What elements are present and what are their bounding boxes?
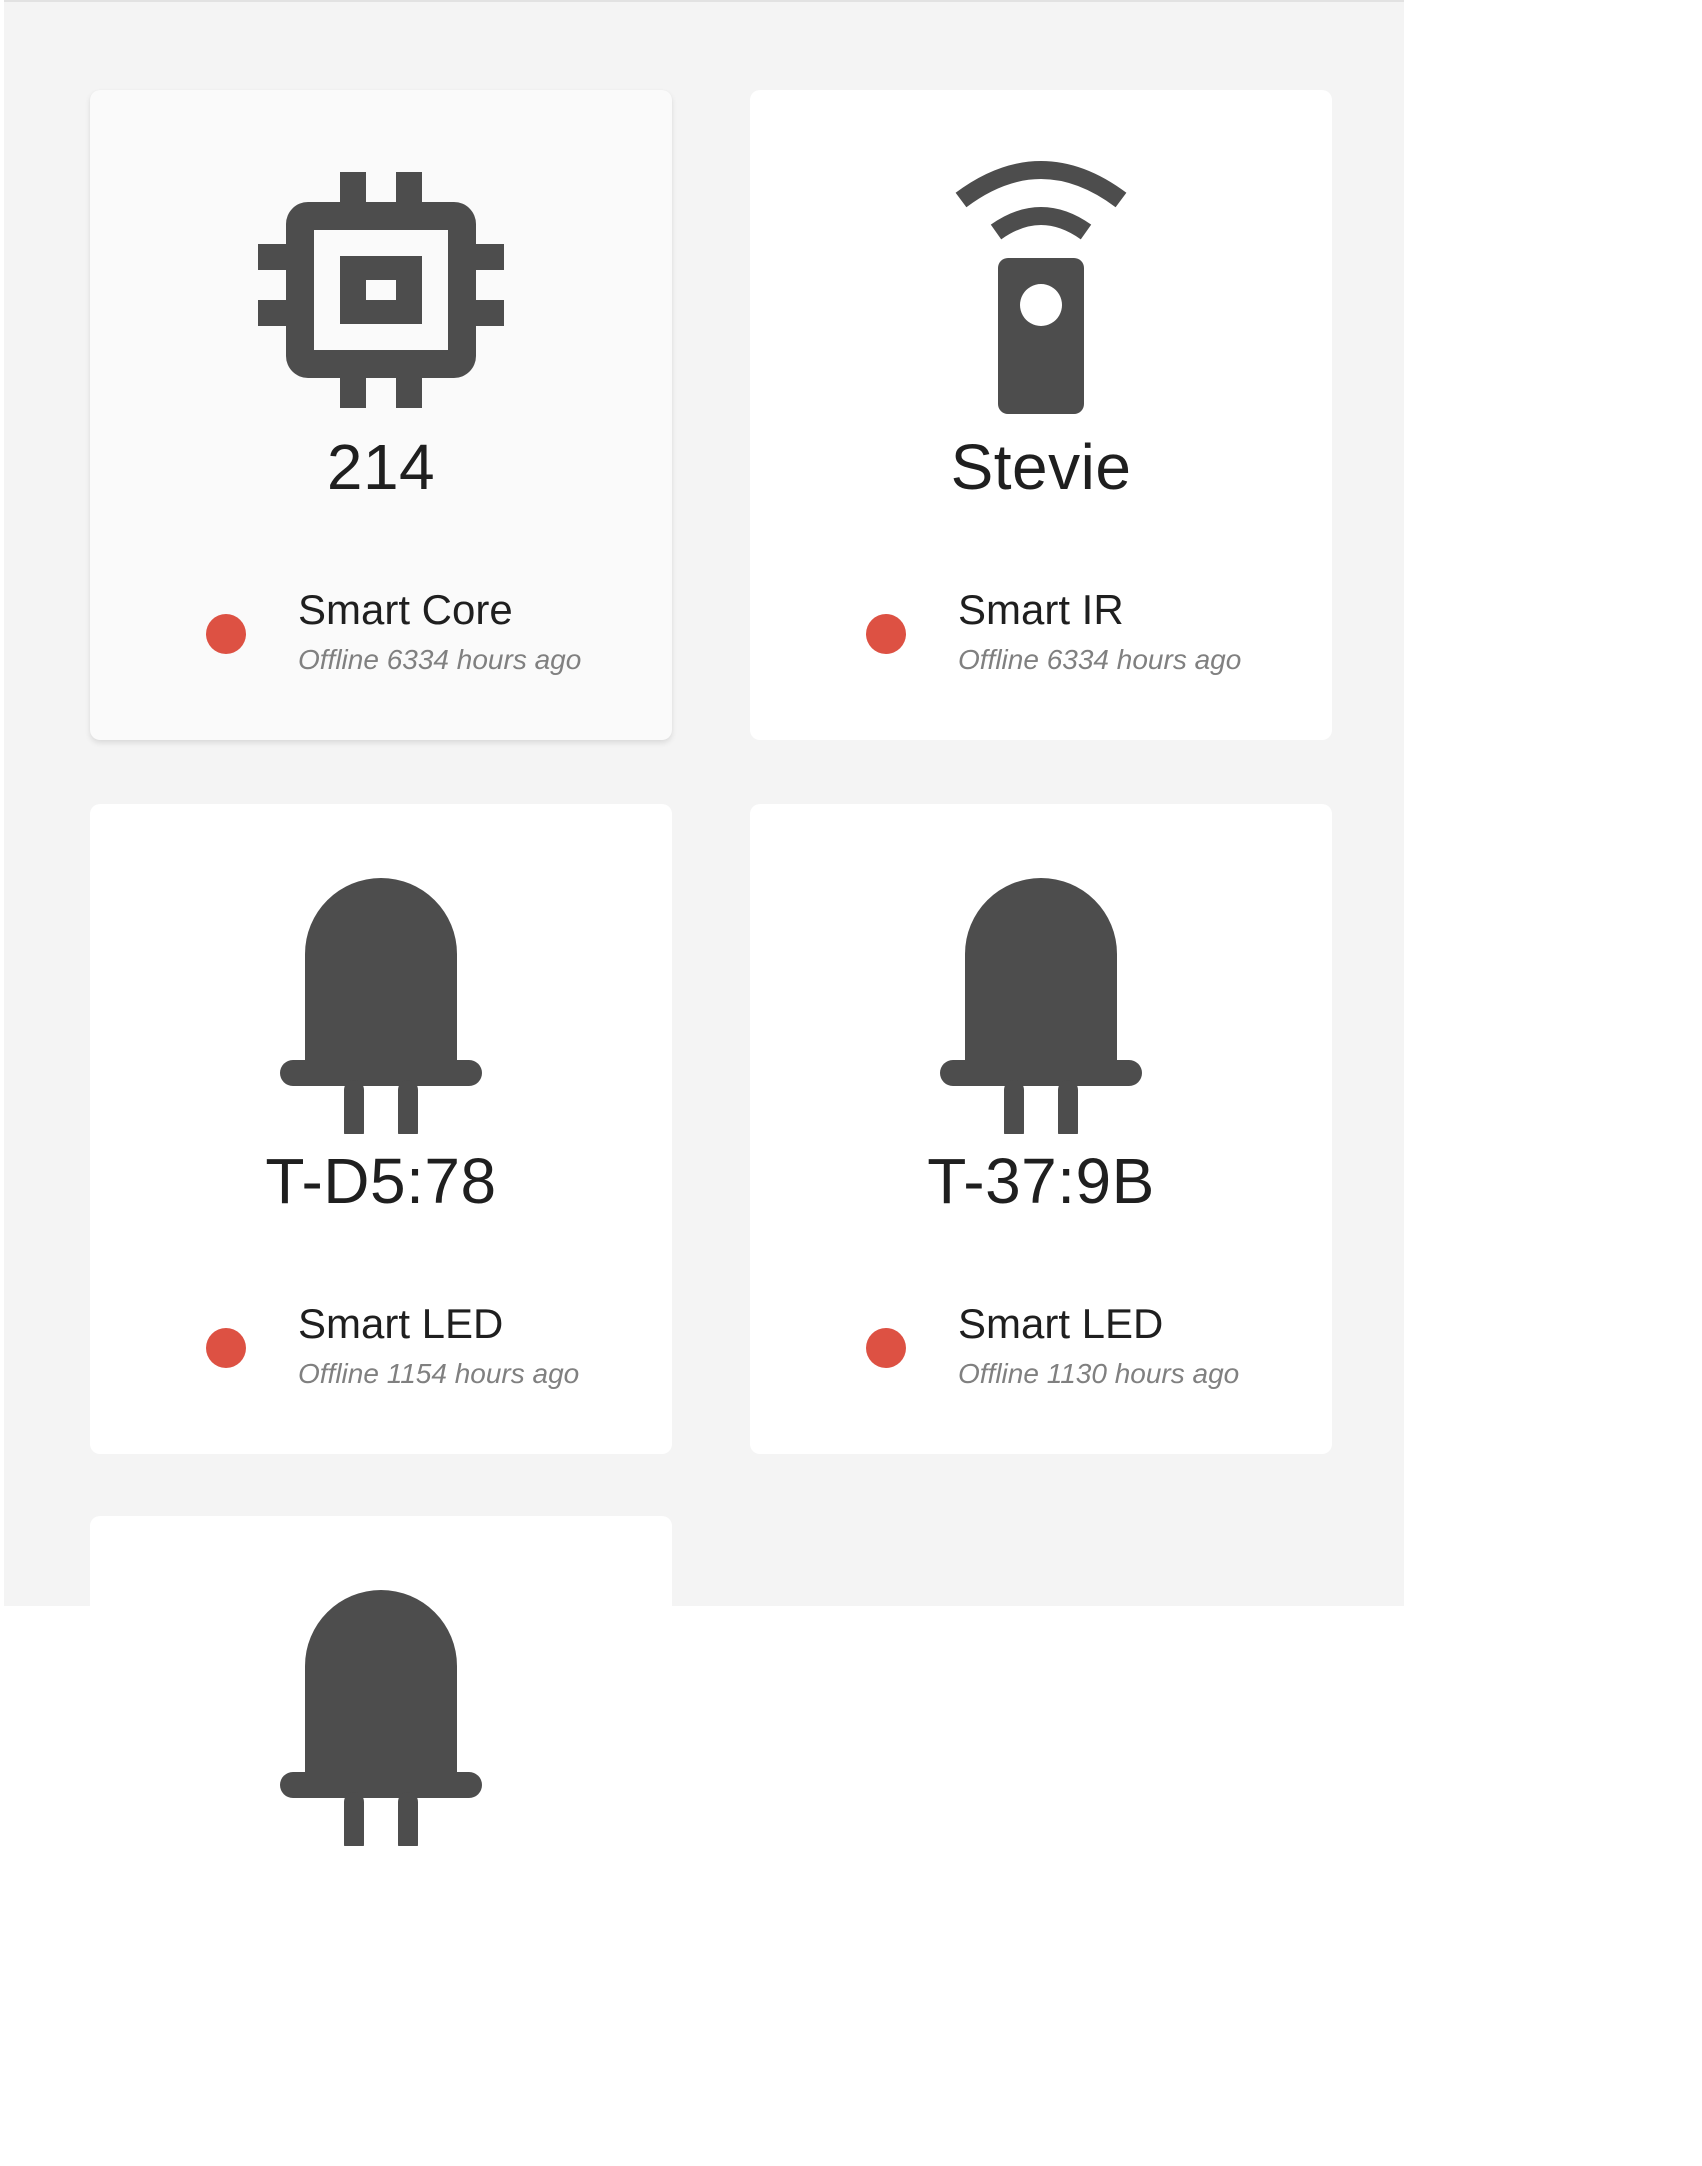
- device-last-seen: Offline 1154 hours ago: [298, 1358, 580, 1389]
- chip-icon: [256, 160, 506, 420]
- offline-status-dot: [206, 614, 246, 654]
- offline-status-dot: [866, 1328, 906, 1368]
- device-last-seen: Offline 6334 hours ago: [298, 644, 582, 675]
- device-card-t-37-9b[interactable]: T-37:9B Smart LED Offline 1130 hours ago: [750, 804, 1332, 1454]
- device-card-partial[interactable]: [90, 1516, 672, 2166]
- device-name: T-D5:78: [265, 1145, 497, 1217]
- device-card-214[interactable]: 214 Smart Core Offline 6334 hours ago: [90, 90, 672, 740]
- device-type: Smart IR: [958, 586, 1124, 633]
- device-type: Smart Core: [298, 586, 513, 633]
- led-icon: [916, 874, 1166, 1134]
- ir-remote-icon: [916, 160, 1166, 420]
- offline-status-dot: [206, 1328, 246, 1368]
- led-icon: [256, 1586, 506, 1846]
- device-type: Smart LED: [298, 1300, 504, 1347]
- device-name: 214: [326, 431, 436, 503]
- device-last-seen: Offline 6334 hours ago: [958, 644, 1242, 675]
- device-list-panel: 214 Smart Core Offline 6334 hours ago St…: [4, 0, 1404, 2166]
- device-card-stevie[interactable]: Stevie Smart IR Offline 6334 hours ago: [750, 90, 1332, 740]
- device-name: Stevie: [950, 431, 1132, 503]
- device-last-seen: Offline 1130 hours ago: [958, 1358, 1240, 1389]
- led-icon: [256, 874, 506, 1134]
- device-card-t-d5-78[interactable]: T-D5:78 Smart LED Offline 1154 hours ago: [90, 804, 672, 1454]
- offline-status-dot: [866, 614, 906, 654]
- device-type: Smart LED: [958, 1300, 1164, 1347]
- device-name: T-37:9B: [927, 1145, 1155, 1217]
